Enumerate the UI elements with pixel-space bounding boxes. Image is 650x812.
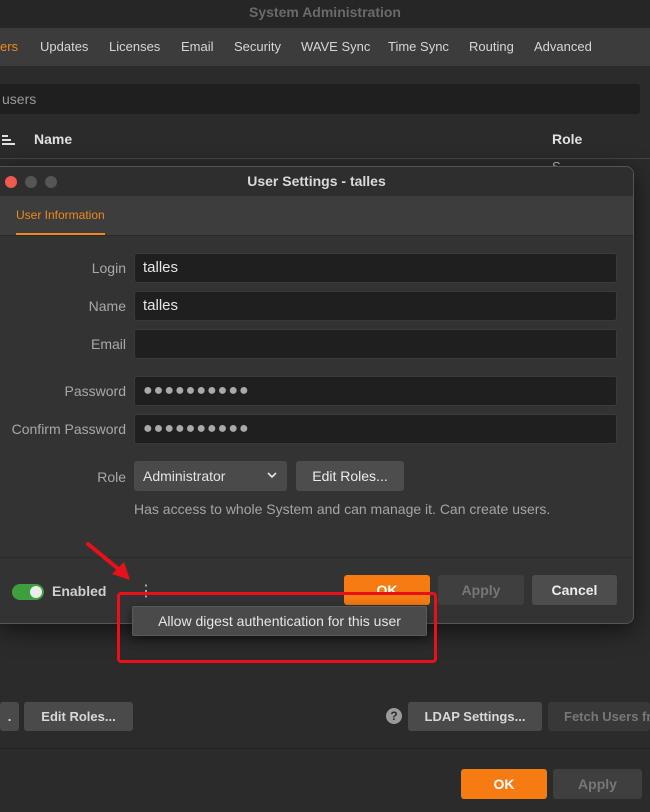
password-label: Password [64,383,126,399]
toggle-knob [30,586,42,598]
main-ok-button[interactable]: OK [461,769,547,799]
tab-wave-sync[interactable]: WAVE Sync [301,28,370,66]
minimize-icon[interactable] [25,176,37,188]
column-name[interactable]: Name [34,131,72,147]
role-select[interactable]: Administrator [134,461,287,491]
password-field[interactable]: ●●●●●●●●●● [134,376,617,406]
help-icon[interactable]: ? [386,708,402,724]
tab-email[interactable]: Email [181,28,214,66]
name-field[interactable]: talles [134,291,617,321]
annotation-arrow-icon [86,542,130,580]
edit-roles-button-main[interactable]: Edit Roles... [24,702,133,731]
users-search-input[interactable]: users [0,84,640,114]
dialog-apply-button[interactable]: Apply [438,575,524,605]
dialog-cancel-button[interactable]: Cancel [532,575,617,605]
tab-advanced[interactable]: Advanced [534,28,592,66]
name-label: Name [88,298,126,314]
dialog-title: User Settings - talles [0,167,633,196]
partial-button[interactable]: . [0,702,19,731]
fetch-users-button[interactable]: Fetch Users fr [548,702,650,731]
tab-licenses[interactable]: Licenses [109,28,160,66]
login-field[interactable]: talles [134,253,617,283]
dialog-tab-bar: User Information [0,196,633,236]
main-apply-button[interactable]: Apply [553,769,642,799]
users-table-header: Name Role [0,124,650,156]
chevron-down-icon [267,472,277,479]
role-description: Has access to whole System and can manag… [134,501,551,517]
role-select-value: Administrator [143,468,226,484]
edit-roles-button[interactable]: Edit Roles... [296,461,404,491]
confirm-password-label: Confirm Password [11,421,126,437]
ldap-settings-button[interactable]: LDAP Settings... [408,702,542,731]
footer-divider [0,748,650,749]
tab-security[interactable]: Security [234,28,281,66]
tab-routing[interactable]: Routing [469,28,514,66]
role-label: Role [97,469,126,485]
tab-user-information[interactable]: User Information [16,196,105,235]
tab-time-sync[interactable]: Time Sync [388,28,449,66]
tab-users[interactable]: ers [0,28,18,66]
sort-icon[interactable] [2,134,16,146]
email-label: Email [90,336,126,352]
admin-tab-bar: ers Updates Licenses Email Security WAVE… [0,28,650,66]
enabled-label: Enabled [52,583,107,599]
close-icon[interactable] [5,176,17,188]
window-title: System Administration [0,0,650,28]
email-field[interactable] [134,329,617,359]
tab-updates[interactable]: Updates [40,28,88,66]
zoom-icon[interactable] [45,176,57,188]
confirm-password-field[interactable]: ●●●●●●●●●● [134,414,617,444]
enabled-toggle[interactable] [12,584,44,600]
annotation-highlight-box [117,592,437,663]
login-label: Login [91,260,126,276]
column-role[interactable]: Role [552,131,582,147]
